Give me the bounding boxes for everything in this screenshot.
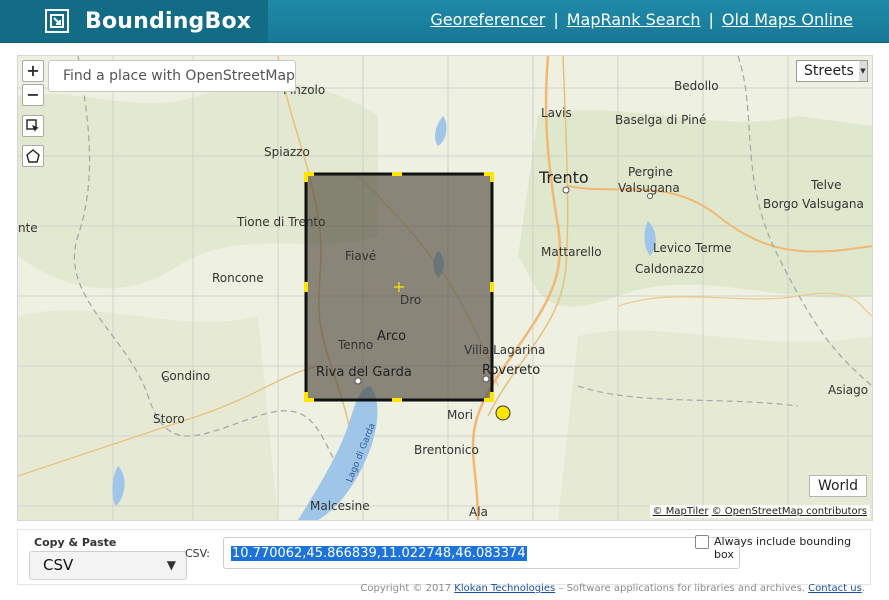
boundingbox-logo-icon [45, 9, 69, 33]
map-label-dro: Dro [400, 293, 422, 307]
nav-oldmaps-link[interactable]: Old Maps Online [722, 10, 853, 29]
map-label-roncone: Roncone [212, 271, 264, 285]
map-label-bedollo: Bedollo [674, 79, 719, 93]
map-label-valsugana: Valsugana [618, 181, 680, 195]
polygon-icon [26, 149, 40, 163]
copy-paste-panel: Copy & Paste CSV ▼ CSV: 10.770062,45.866… [17, 529, 871, 585]
footer-copyright: Copyright © 2017 [360, 583, 452, 594]
map-label-telve: Telve [811, 178, 842, 192]
footer-end: . [861, 583, 865, 594]
coordinates-field[interactable]: 10.770062,45.866839,11.022748,46.083374 [223, 537, 740, 569]
map-label-rovereto: Rovereto [482, 363, 541, 378]
always-include-label: Always include bounding box [714, 535, 852, 561]
copy-paste-label: Copy & Paste [34, 536, 117, 549]
app-title: BoundingBox [85, 8, 252, 34]
map-label-villa-lagarina: Villa Lagarina [464, 343, 546, 357]
map-label-baselga: Baselga di Piné [615, 113, 707, 127]
map-label-riva: Riva del Garda [316, 365, 412, 380]
map-label-brentonico: Brentonico [414, 443, 479, 457]
map-label-levico: Levico Terme [653, 241, 732, 255]
map-label-tione: Tione di Trento [237, 215, 326, 229]
map-label-edge: nte [18, 221, 38, 235]
map-label-pergine: Pergine [628, 165, 673, 179]
format-select[interactable]: CSV ▼ [29, 551, 187, 580]
map-label-tenno: Tenno [338, 338, 374, 352]
chevron-down-icon: ▼ [166, 558, 176, 572]
map-label-condino: Condino [161, 369, 211, 383]
app-header: BoundingBox Georeferencer | MapRank Sear… [0, 0, 889, 43]
draw-polygon-button[interactable] [22, 145, 44, 167]
map-label-borgo: Borgo Valsugana [763, 197, 864, 211]
maptiler-attribution-link[interactable]: © MapTiler [653, 506, 709, 517]
map-label-asiago: Asiago [828, 383, 869, 397]
map-label-trento: Trento [539, 168, 589, 187]
csv-label: CSV: [185, 547, 210, 560]
osm-attribution-link[interactable]: © OpenStreetMap contributors [712, 506, 867, 517]
map-label-storo: Storo [153, 412, 185, 426]
top-nav: Georeferencer | MapRank Search | Old Map… [430, 10, 853, 29]
map-label-caldonazzo: Caldonazzo [635, 262, 704, 276]
map-label-arco: Arco [377, 329, 407, 344]
map-attribution: © MapTiler © OpenStreetMap contributors [649, 505, 870, 518]
contact-us-link[interactable]: Contact us [808, 583, 862, 594]
coordinates-value: 10.770062,45.866839,11.022748,46.083374 [231, 546, 527, 561]
klokan-link[interactable]: Klokan Technologies [454, 583, 555, 594]
map-canvas[interactable]: Pinzolo Spiazzo Tione di Trento nte Fiav… [17, 55, 873, 521]
select-rectangle-icon [26, 119, 39, 132]
map-label-malcesine: Malcesine [310, 499, 370, 513]
dropdown-arrow-icon: ▼ [859, 61, 867, 81]
draw-rectangle-button[interactable] [22, 115, 44, 137]
nav-georeferencer-link[interactable]: Georeferencer [430, 10, 545, 29]
place-search-input[interactable]: Find a place with OpenStreetMap [48, 60, 296, 92]
map-label-mori: Mori [447, 408, 473, 422]
always-include-checkbox[interactable] [695, 535, 709, 549]
nav-separator: | [553, 10, 559, 29]
map-label-mattarello: Mattarello [541, 245, 602, 259]
nav-maprank-link[interactable]: MapRank Search [567, 10, 701, 29]
format-value: CSV [43, 556, 74, 574]
map-label-spiazzo: Spiazzo [264, 145, 310, 159]
page-footer: Copyright © 2017 Klokan Technologies – S… [360, 583, 865, 594]
nav-separator: | [708, 10, 714, 29]
zoom-out-button[interactable]: − [22, 84, 44, 106]
map-layer-select[interactable]: Streets ▼ [796, 60, 868, 82]
brand[interactable]: BoundingBox [0, 0, 268, 42]
world-button[interactable]: World [809, 475, 867, 497]
map-label-fiave: Fiavé [345, 249, 377, 263]
map-layer-value: Streets [804, 63, 854, 79]
map-label-ala: Ala [469, 505, 488, 519]
map-label-lavis: Lavis [541, 106, 572, 120]
footer-tagline: – Software applications for libraries an… [555, 583, 805, 594]
zoom-in-button[interactable]: + [22, 60, 44, 82]
